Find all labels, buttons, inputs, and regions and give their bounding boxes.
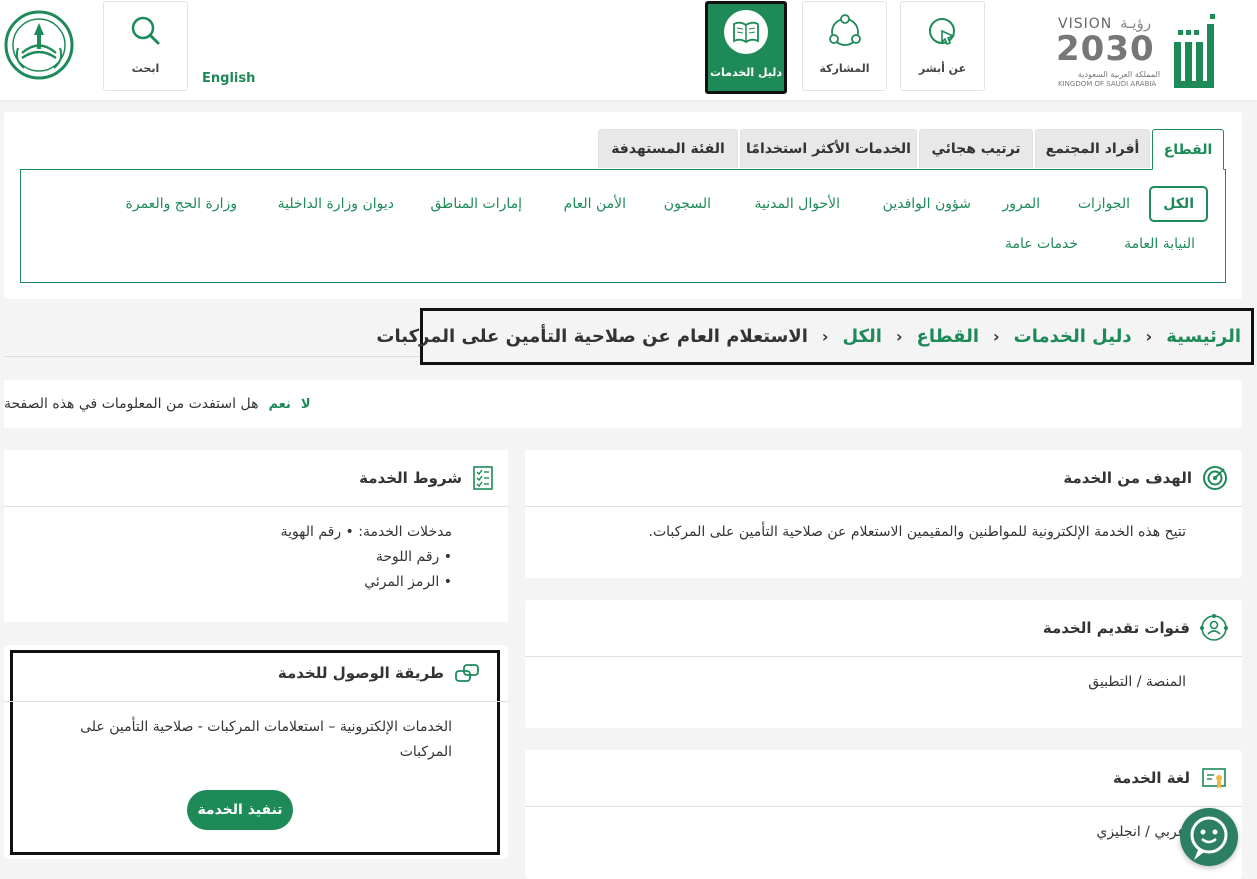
- vision-year: 2030: [1056, 29, 1155, 69]
- search-label: ابحث: [131, 62, 160, 75]
- ministry-emblem-logo[interactable]: [4, 8, 74, 82]
- category-all[interactable]: الكل: [1149, 186, 1208, 222]
- target-icon: [1203, 466, 1227, 490]
- services-filter-panel: القطاع أفراد المجتمع ترتيب هجائي الخدمات…: [4, 112, 1242, 299]
- vision-country-en: KINGDOM OF SAUDI ARABIA: [1058, 80, 1157, 88]
- tab-sector[interactable]: القطاع: [1152, 129, 1224, 170]
- feedback-yes-link[interactable]: نعم: [268, 397, 290, 412]
- category-public-security[interactable]: الأمن العام: [564, 196, 626, 212]
- pointer-click-icon: [928, 18, 955, 45]
- book-icon: [733, 21, 759, 44]
- language-certificate-icon: [1202, 768, 1226, 789]
- service-goal-text: تتيح هذه الخدمة الإلكترونية للمواطنين وا…: [648, 524, 1187, 540]
- vision-2030-logo: VISION رؤيـة 2030 المملكة العربية السعود…: [1056, 12, 1166, 90]
- category-civil-affairs[interactable]: الأحوال المدنية: [755, 196, 841, 212]
- service-goal-card: الهدف من الخدمة تتيح هذه الخدمة الإلكترو…: [525, 450, 1242, 578]
- tab-alphabetical[interactable]: ترتيب هجائي: [919, 129, 1033, 168]
- absher-logo[interactable]: [1172, 14, 1222, 90]
- service-channels-title: قنوات تقديم الخدمة: [1042, 619, 1190, 637]
- english-language-link[interactable]: English: [202, 71, 255, 86]
- sector-categories-box: الكل الجوازات المرور شؤون الوافدين الأحو…: [20, 169, 1226, 283]
- access-line: المركبات: [399, 744, 452, 760]
- category-expatriates[interactable]: شؤون الوافدين: [883, 196, 971, 212]
- service-channels-card: قنوات تقديم الخدمة المنصة / التطبيق: [525, 600, 1242, 728]
- condition-line: • رقم اللوحة: [375, 549, 452, 565]
- service-access-title: طريقة الوصول للخدمة: [277, 664, 444, 682]
- services-guide-button[interactable]: دليل الخدمات: [705, 1, 787, 94]
- breadcrumb: الرئيسية › دليل الخدمات › القطاع › الكل …: [376, 308, 1254, 365]
- execute-service-button[interactable]: تنفيذ الخدمة: [187, 790, 293, 830]
- breadcrumb-all[interactable]: الكل: [842, 326, 881, 347]
- service-language-card: لغة الخدمة عربي / انجليزي: [525, 750, 1242, 879]
- tab-target-group[interactable]: الفئة المستهدفة: [598, 129, 738, 168]
- category-moi-diwan[interactable]: ديوان وزارة الداخلية: [278, 196, 394, 212]
- service-access-text: الخدمات الإلكترونية – استعلامات المركبات…: [4, 715, 508, 765]
- breadcrumb-separator: ›: [895, 327, 903, 346]
- breadcrumb-separator: ›: [821, 327, 829, 346]
- participation-label: المشاركة: [819, 62, 870, 75]
- service-conditions-title: شروط الخدمة: [359, 469, 462, 487]
- breadcrumb-separator: ›: [1145, 327, 1153, 346]
- breadcrumb-home[interactable]: الرئيسية: [1166, 326, 1241, 347]
- category-public-prosecution[interactable]: النيابة العامة: [1124, 236, 1195, 252]
- participation-icon: [828, 14, 861, 46]
- breadcrumb-current: الاستعلام العام عن صلاحية التأمين على ال…: [376, 326, 808, 347]
- category-traffic[interactable]: المرور: [1003, 196, 1041, 212]
- service-conditions-list: مدخلات الخدمة: • رقم الهوية • رقم اللوحة…: [4, 520, 508, 595]
- page-feedback: هل استفدت من المعلومات في هذه الصفحة نعم…: [4, 380, 1242, 428]
- search-button[interactable]: ابحث: [103, 1, 188, 91]
- category-emirates[interactable]: إمارات المناطق: [431, 196, 523, 212]
- breadcrumb-separator: ›: [993, 327, 1000, 346]
- vision-country-ar: المملكة العربية السعودية: [1078, 70, 1161, 79]
- access-line: الخدمات الإلكترونية – استعلامات المركبات…: [80, 719, 452, 735]
- about-absher-label: عن أبشر: [918, 62, 967, 75]
- about-absher-button[interactable]: عن أبشر: [900, 1, 985, 91]
- breadcrumb-sector[interactable]: القطاع: [917, 326, 979, 347]
- chatbot-button[interactable]: [1180, 808, 1238, 866]
- service-conditions-card: شروط الخدمة مدخلات الخدمة: • رقم الهوية …: [4, 450, 508, 622]
- tab-community[interactable]: أفراد المجتمع: [1035, 129, 1150, 168]
- search-icon: [131, 16, 159, 45]
- service-goal-title: الهدف من الخدمة: [1063, 469, 1192, 487]
- condition-line: مدخلات الخدمة: • رقم الهوية: [280, 524, 452, 540]
- divider: [4, 356, 420, 357]
- category-general-services[interactable]: خدمات عامة: [1005, 236, 1078, 252]
- service-channels-text: المنصة / التطبيق: [1088, 674, 1186, 690]
- checklist-icon: [473, 466, 493, 490]
- feedback-no-link[interactable]: لا: [301, 397, 311, 412]
- link-icon: [455, 664, 479, 682]
- condition-line: • الرمز المرئي: [364, 574, 452, 590]
- services-guide-label: دليل الخدمات: [709, 66, 783, 79]
- participation-button[interactable]: المشاركة: [802, 1, 887, 91]
- chatbot-icon: [1190, 816, 1228, 860]
- feedback-question: هل استفدت من المعلومات في هذه الصفحة: [4, 396, 259, 412]
- channels-icon: [1200, 614, 1228, 641]
- category-hajj-umrah[interactable]: وزارة الحج والعمرة: [126, 196, 237, 212]
- tab-most-used[interactable]: الخدمات الأكثر استخدامًا: [740, 129, 917, 168]
- category-prisons[interactable]: السجون: [664, 196, 711, 212]
- category-passports[interactable]: الجوازات: [1078, 196, 1130, 212]
- header: ابحث English دليل الخدمات المشاركة عن أب…: [0, 0, 1257, 100]
- service-language-text: عربي / انجليزي: [1096, 824, 1186, 840]
- service-language-title: لغة الخدمة: [1112, 769, 1190, 787]
- breadcrumb-services-guide[interactable]: دليل الخدمات: [1014, 326, 1132, 347]
